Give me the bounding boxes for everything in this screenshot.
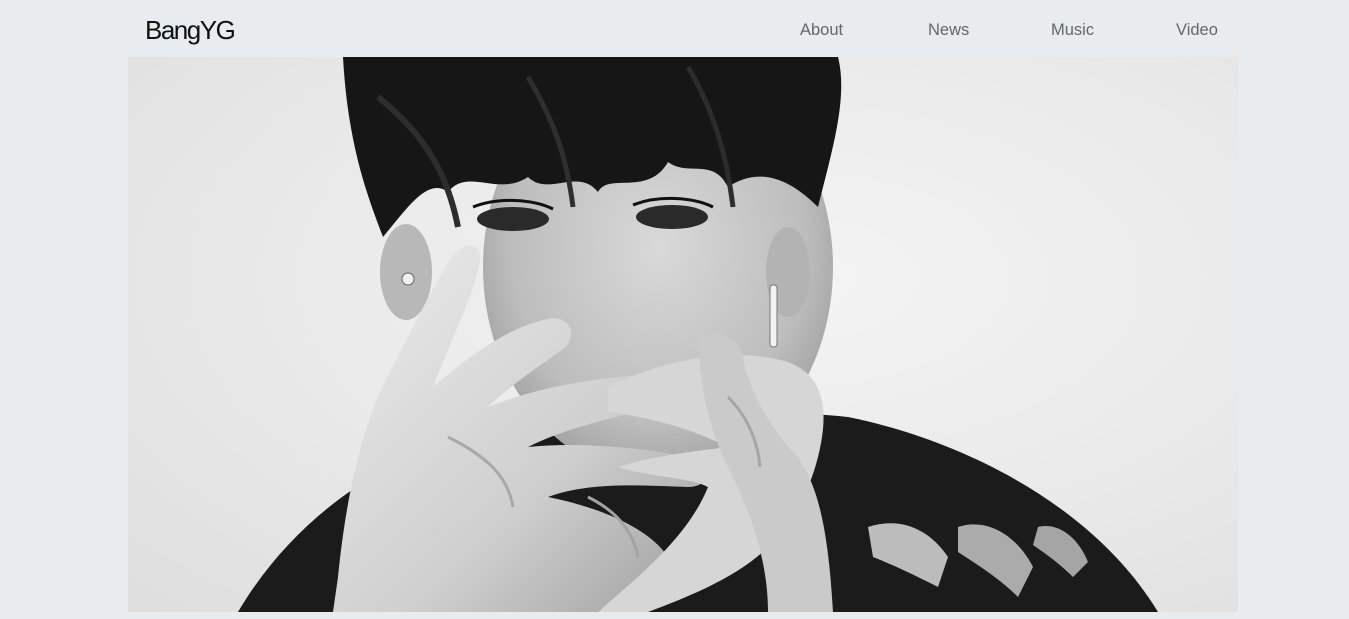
- hero-photo: [128, 57, 1238, 612]
- nav-link-about[interactable]: About: [800, 21, 843, 40]
- nav-link-video[interactable]: Video: [1176, 21, 1218, 40]
- portrait-illustration: [238, 57, 1158, 612]
- nav-link-music[interactable]: Music: [1051, 21, 1094, 40]
- nav-link-news[interactable]: News: [928, 21, 969, 40]
- main-nav: About News Music Video: [0, 21, 1349, 43]
- site-header: BangYG About News Music Video: [0, 0, 1349, 57]
